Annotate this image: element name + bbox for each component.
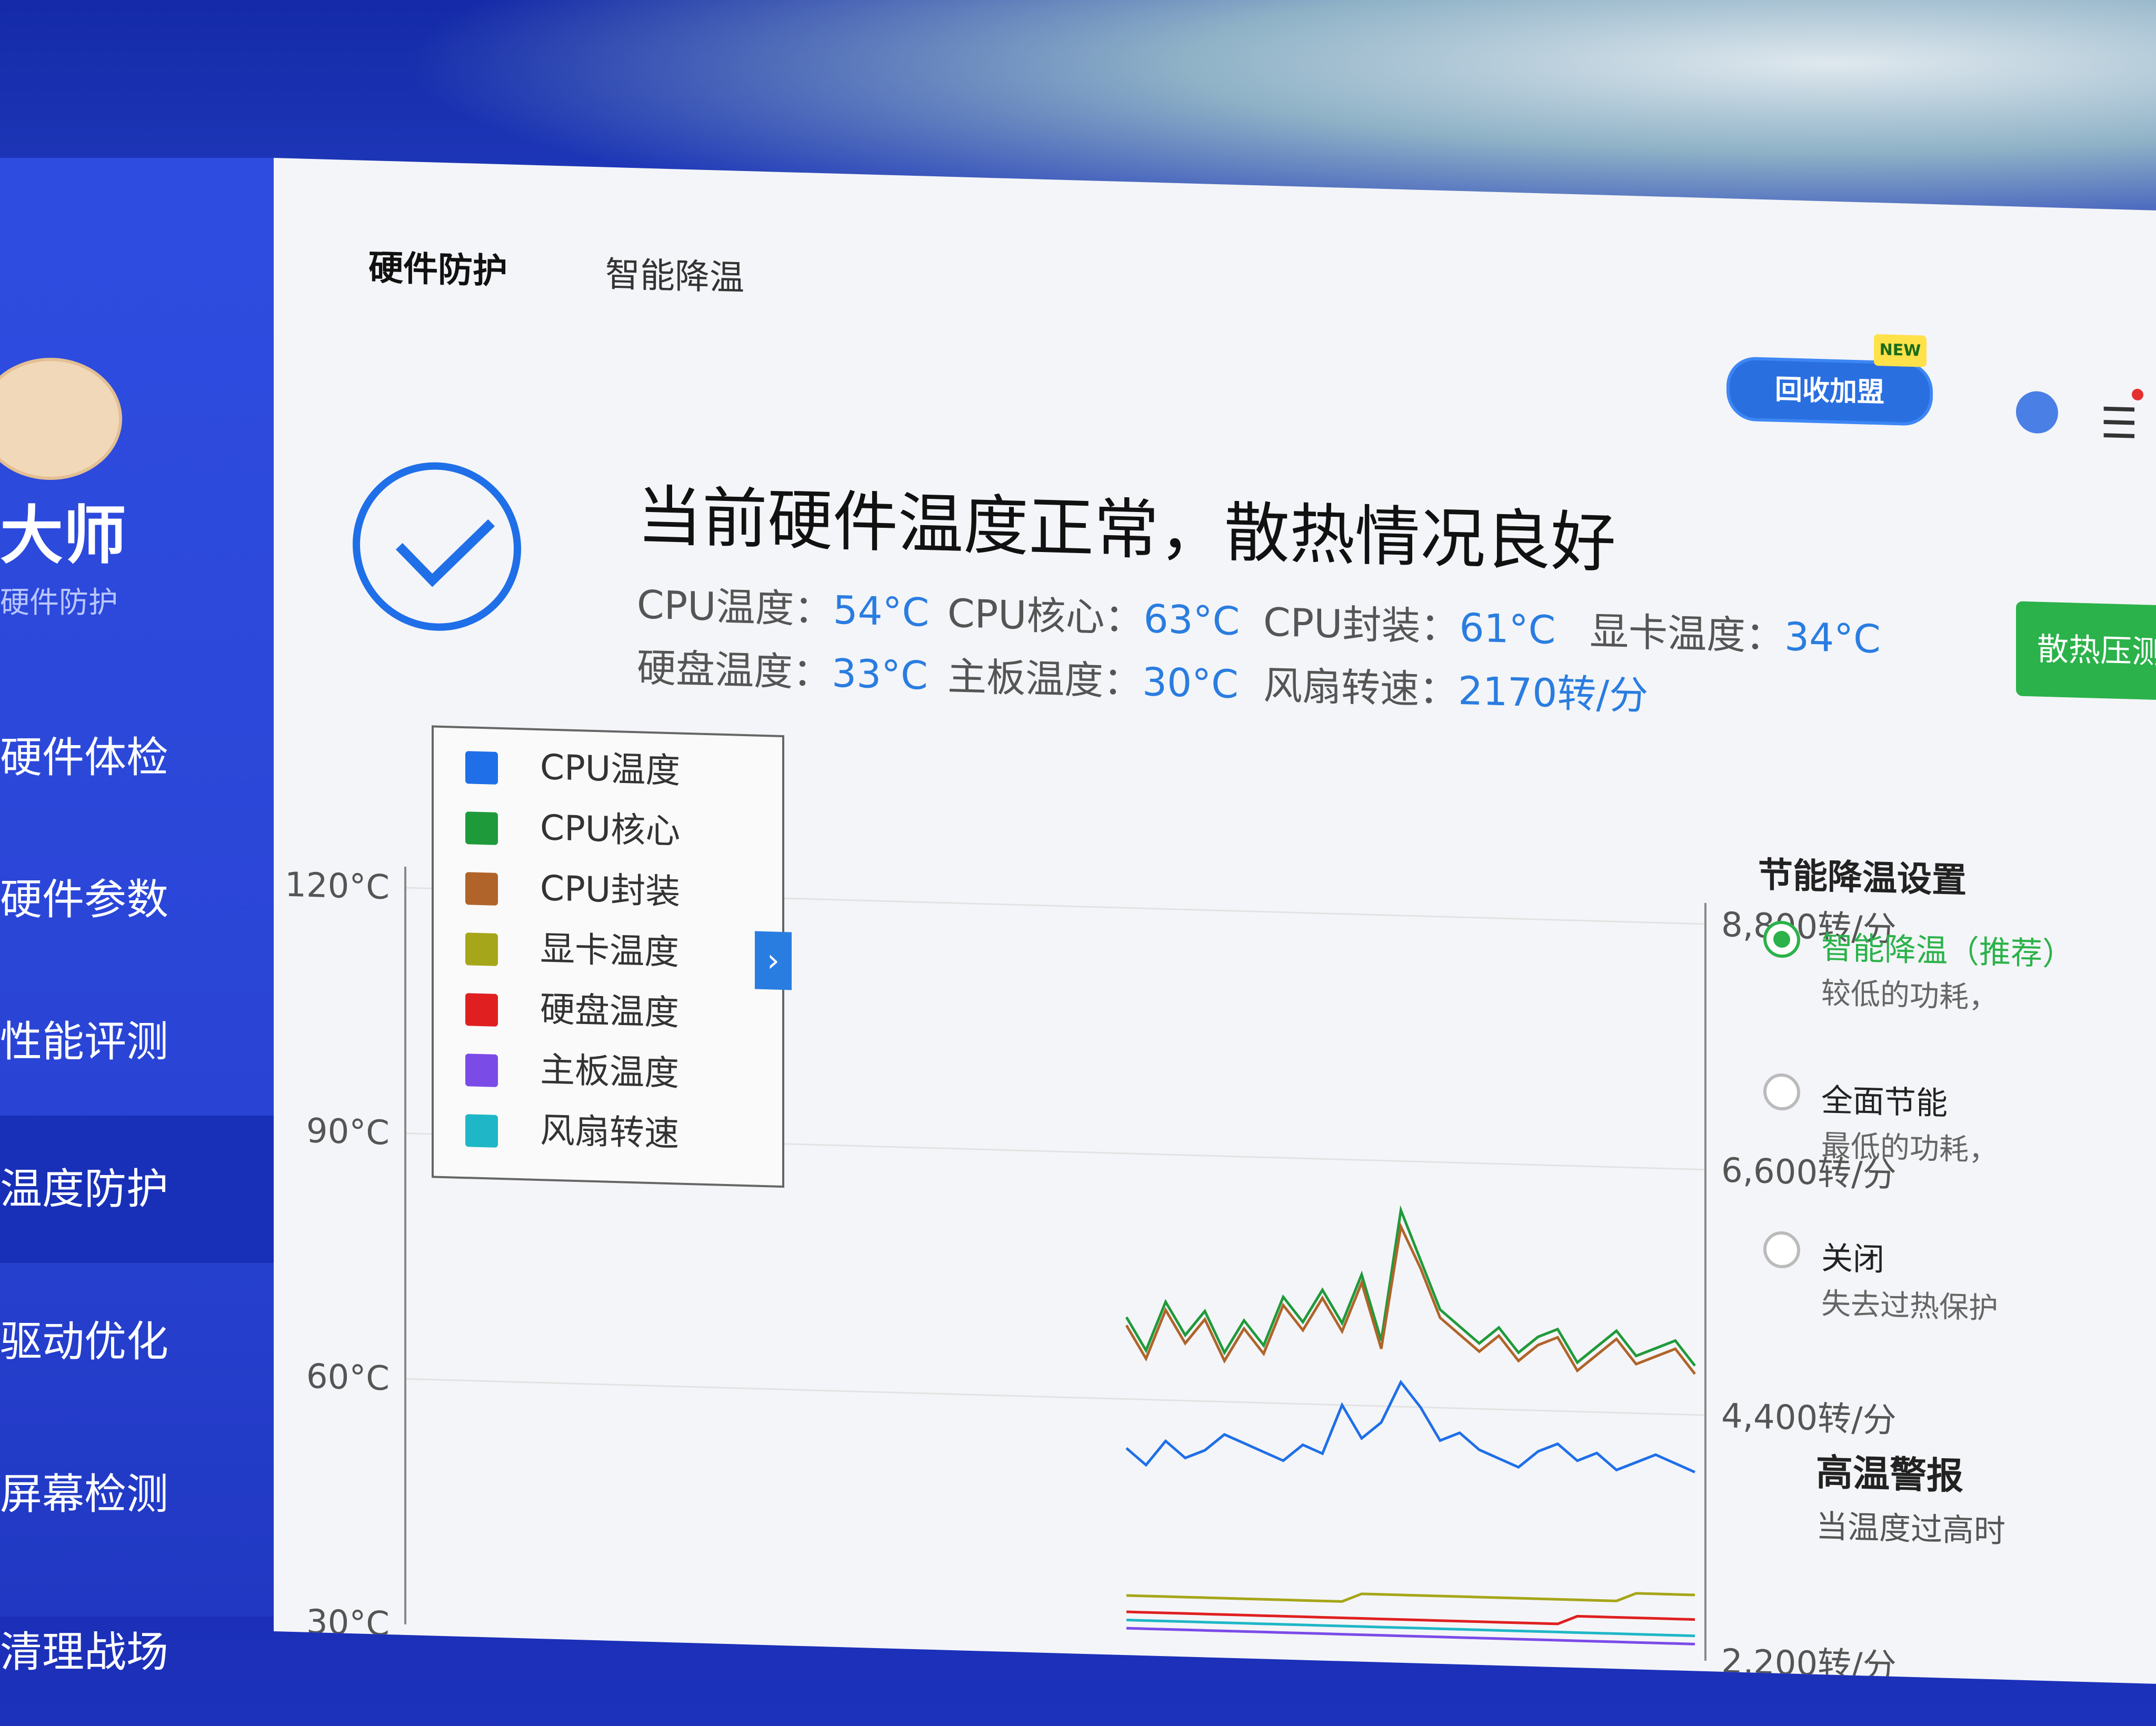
- sidebar-item-optimize[interactable]: 驱动优化: [0, 1268, 274, 1416]
- recycle-join-button[interactable]: 回收加盟: [1726, 356, 1933, 427]
- sidebar-item-params[interactable]: 硬件参数: [0, 826, 274, 974]
- option-full-saving-label: 全面节能: [1821, 1082, 1948, 1122]
- legend-cpu-core[interactable]: CPU核心: [465, 799, 680, 858]
- sidebar-item-protection[interactable]: 温度防护: [0, 1116, 274, 1263]
- stat-disk-temp: 硬盘温度：33°C: [637, 645, 928, 699]
- sidebar-item-field[interactable]: 清理战场: [0, 1579, 274, 1726]
- option-off-desc: 失去过热保护: [1821, 1287, 1998, 1326]
- sidebar-item-test[interactable]: 屏幕检测: [0, 1421, 274, 1568]
- notification-dot: [2132, 388, 2143, 401]
- brand-name: 大师: [0, 499, 126, 573]
- series-line-显卡温度: [1126, 1592, 1695, 1603]
- chevron-right-icon[interactable]: ›: [755, 931, 792, 990]
- stat-cpu-temp: CPU温度：54°C: [637, 582, 930, 636]
- radio-off[interactable]: [1763, 1231, 1800, 1269]
- y-left-tick-label: 120°C: [285, 866, 390, 908]
- main-panel: 硬件防护 智能降温 回收加盟 NEW ☰ 当前硬件温度正常，散热情况良好 CPU…: [274, 158, 2156, 1684]
- high-temp-alert-title: 高温警报: [1816, 1450, 1963, 1498]
- legend-board-temp[interactable]: 主板温度: [465, 1041, 679, 1100]
- sidebar-item-checkup[interactable]: 硬件体检: [0, 684, 274, 831]
- y-left-tick-label: 90°C: [306, 1111, 390, 1152]
- high-temp-alert-desc: 当温度过高时: [1816, 1508, 2005, 1550]
- y-right-tick-label: 4,400转/分: [1721, 1397, 1897, 1440]
- legend-swatch: [465, 1114, 498, 1148]
- option-off-label: 关闭: [1821, 1240, 1884, 1279]
- series-line-硬盘温度: [1126, 1610, 1695, 1625]
- option-full-saving-desc: 最低的功耗，: [1821, 1129, 1998, 1168]
- stat-fan-speed: 风扇转速：2170转/分: [1263, 663, 1649, 719]
- series-line-风扇转速: [1126, 1619, 1695, 1638]
- legend-cpu-package[interactable]: CPU封装: [465, 860, 680, 918]
- sidebar: 大师 硬件防护 硬件体检 硬件参数 性能评测 温度防护 驱动优化 屏幕检测 清理…: [0, 158, 274, 1677]
- menu-icon[interactable]: ☰: [2100, 398, 2138, 448]
- chart-legend: CPU温度 CPU核心 CPU封装 显卡温度 硬盘温度 主板温度 风扇转速 ›: [432, 725, 792, 1188]
- heat-test-button[interactable]: 散热压测: [2016, 601, 2156, 701]
- radio-smart-cooling[interactable]: [1763, 920, 1800, 959]
- user-icon[interactable]: [2016, 390, 2058, 434]
- status-headline: 当前硬件温度正常，散热情况良好: [637, 478, 1616, 582]
- stat-cpu-package: CPU封装：61°C: [1263, 599, 1556, 654]
- tab-hardware-protection[interactable]: 硬件防护: [368, 239, 507, 294]
- legend-swatch: [465, 1053, 498, 1087]
- legend-swatch: [465, 811, 498, 845]
- legend-swatch: [465, 751, 498, 785]
- new-badge: NEW: [1874, 334, 1927, 367]
- mascot-logo: [0, 358, 122, 480]
- tab-smart-cooling[interactable]: 智能降温: [605, 246, 744, 300]
- stat-cpu-core: CPU核心：63°C: [947, 590, 1240, 645]
- series-line-CPU温度: [1125, 1379, 1695, 1473]
- legend-disk-temp[interactable]: 硬盘温度: [465, 981, 679, 1039]
- check-icon: [353, 460, 521, 634]
- legend-fan-speed[interactable]: 风扇转速: [465, 1102, 679, 1160]
- legend-swatch: [465, 872, 498, 906]
- legend-swatch: [465, 932, 498, 966]
- sidebar-item-benchmark[interactable]: 性能评测: [0, 968, 274, 1116]
- option-smart-cooling-desc: 较低的功耗，: [1821, 976, 1998, 1016]
- y-left-tick-label: 60°C: [306, 1357, 390, 1398]
- chart-series: [1125, 1205, 1696, 1645]
- y-left-tick-label: 30°C: [306, 1603, 390, 1644]
- legend-gpu-temp[interactable]: 显卡温度: [465, 920, 679, 979]
- series-line-CPU核心: [1125, 1205, 1696, 1367]
- stat-gpu-temp: 显卡温度：34°C: [1590, 608, 1881, 663]
- radio-full-saving[interactable]: [1763, 1073, 1800, 1111]
- legend-cpu-temp[interactable]: CPU温度: [465, 739, 680, 797]
- settings-title: 节能降温设置: [1758, 854, 1967, 901]
- brand-subtitle: 硬件防护: [0, 586, 118, 620]
- legend-swatch: [465, 993, 498, 1027]
- series-line-CPU封装: [1125, 1222, 1696, 1375]
- stat-board-temp: 主板温度：30°C: [947, 654, 1239, 708]
- grid-line: [405, 1378, 1705, 1416]
- series-line-主板温度: [1126, 1627, 1695, 1645]
- y-right-tick-label: 2,200转/分: [1721, 1642, 1897, 1679]
- option-smart-cooling-label: 智能降温（推荐）: [1821, 929, 2074, 974]
